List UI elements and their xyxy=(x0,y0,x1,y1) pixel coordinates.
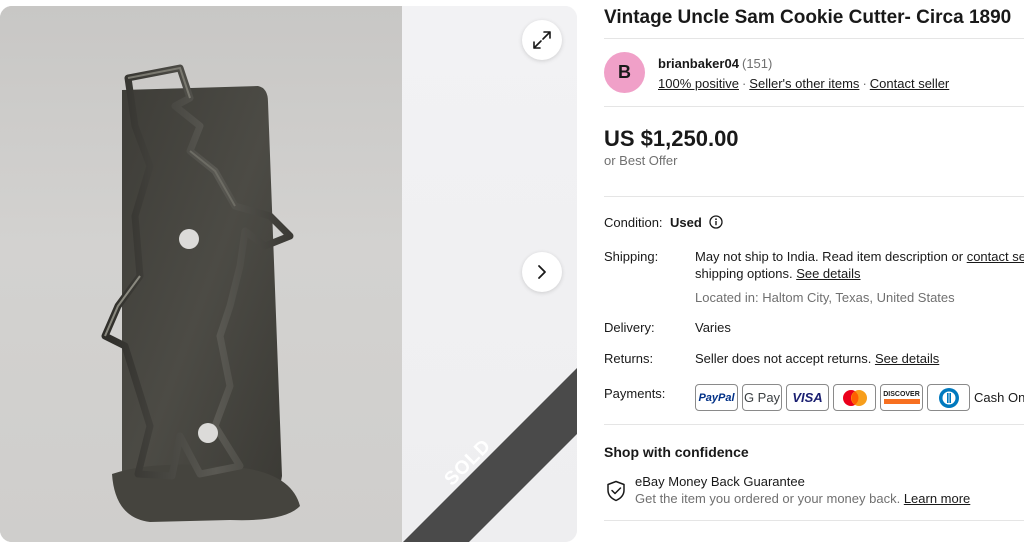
learn-more-link[interactable]: Learn more xyxy=(904,491,970,506)
returns-see-details-link[interactable]: See details xyxy=(875,351,939,366)
separator: · xyxy=(862,76,867,91)
divider xyxy=(604,424,1024,425)
returns-label: Returns: xyxy=(604,351,654,366)
seller-avatar[interactable]: B xyxy=(604,52,645,93)
shipping-options-text: shipping options. xyxy=(695,266,797,281)
expand-image-button[interactable] xyxy=(522,20,562,60)
shop-with-confidence-title: Shop with confidence xyxy=(604,444,749,460)
item-price: US $1,250.00 xyxy=(604,126,739,151)
returns-text: Seller does not accept returns. xyxy=(695,351,875,366)
separator: · xyxy=(741,76,747,91)
mastercard-logo xyxy=(833,384,876,411)
seller-feedback-count: (151) xyxy=(742,56,773,71)
shipping-options: shipping options. See details xyxy=(695,266,861,281)
payment-methods: PayPal G Pay VISA DISCOVER Cash On xyxy=(695,384,1024,411)
shipping-see-details-link[interactable]: See details xyxy=(796,266,860,281)
mbg-desc-text: Get the item you ordered or your money b… xyxy=(635,491,904,506)
payments-label: Payments: xyxy=(604,386,666,401)
item-details-panel: Vintage Uncle Sam Cookie Cutter- Circa 1… xyxy=(604,0,1024,542)
expand-icon xyxy=(533,31,551,49)
discover-stripe xyxy=(883,399,920,404)
paypal-logo: PayPal xyxy=(695,384,738,411)
money-back-guarantee-description: Get the item you ordered or your money b… xyxy=(635,491,970,506)
positive-feedback-link[interactable]: 100% positive xyxy=(658,76,739,91)
condition-value: Used xyxy=(670,215,702,230)
visa-logo: VISA xyxy=(786,384,829,411)
next-image-button[interactable] xyxy=(522,252,562,292)
contact-seller-shipping-link[interactable]: contact sell xyxy=(967,249,1024,264)
divider xyxy=(604,38,1024,39)
diners-club-logo xyxy=(927,384,970,411)
condition-label: Condition: xyxy=(604,215,663,230)
chevron-right-icon xyxy=(538,265,546,279)
returns-value: Seller does not accept returns. See deta… xyxy=(695,351,939,366)
discover-logo: DISCOVER xyxy=(880,384,923,411)
cookie-cutter-photo xyxy=(101,64,300,522)
mastercard-icon xyxy=(842,389,867,406)
google-pay-logo: G Pay xyxy=(742,384,782,411)
best-offer-label: or Best Offer xyxy=(604,153,678,168)
diners-club-icon xyxy=(938,387,959,408)
divider xyxy=(604,196,1024,197)
item-location: Located in: Haltom City, Texas, United S… xyxy=(695,290,955,305)
shipping-value: May not ship to India. Read item descrip… xyxy=(695,249,1024,264)
delivery-value: Varies xyxy=(695,320,731,335)
shipping-label: Shipping: xyxy=(604,249,659,264)
seller-name[interactable]: brianbaker04 xyxy=(658,56,739,71)
image-gallery[interactable]: SOLD xyxy=(0,6,577,542)
sellers-other-items-link[interactable]: Seller's other items xyxy=(749,76,859,91)
delivery-label: Delivery: xyxy=(604,320,655,335)
seller-links: 100% positive · Seller's other items · Conta… xyxy=(658,76,949,91)
money-back-guarantee-title: eBay Money Back Guarantee xyxy=(635,474,805,489)
shield-icon xyxy=(607,480,625,502)
item-title: Vintage Uncle Sam Cookie Cutter- Circa 1… xyxy=(604,7,1012,28)
divider xyxy=(604,106,1024,107)
shipping-text: May not ship to India. Read item descrip… xyxy=(695,249,967,264)
cash-on-pickup: Cash On P xyxy=(974,390,1024,405)
contact-seller-link[interactable]: Contact seller xyxy=(870,76,949,91)
info-icon[interactable] xyxy=(709,215,723,229)
divider xyxy=(604,520,1024,521)
